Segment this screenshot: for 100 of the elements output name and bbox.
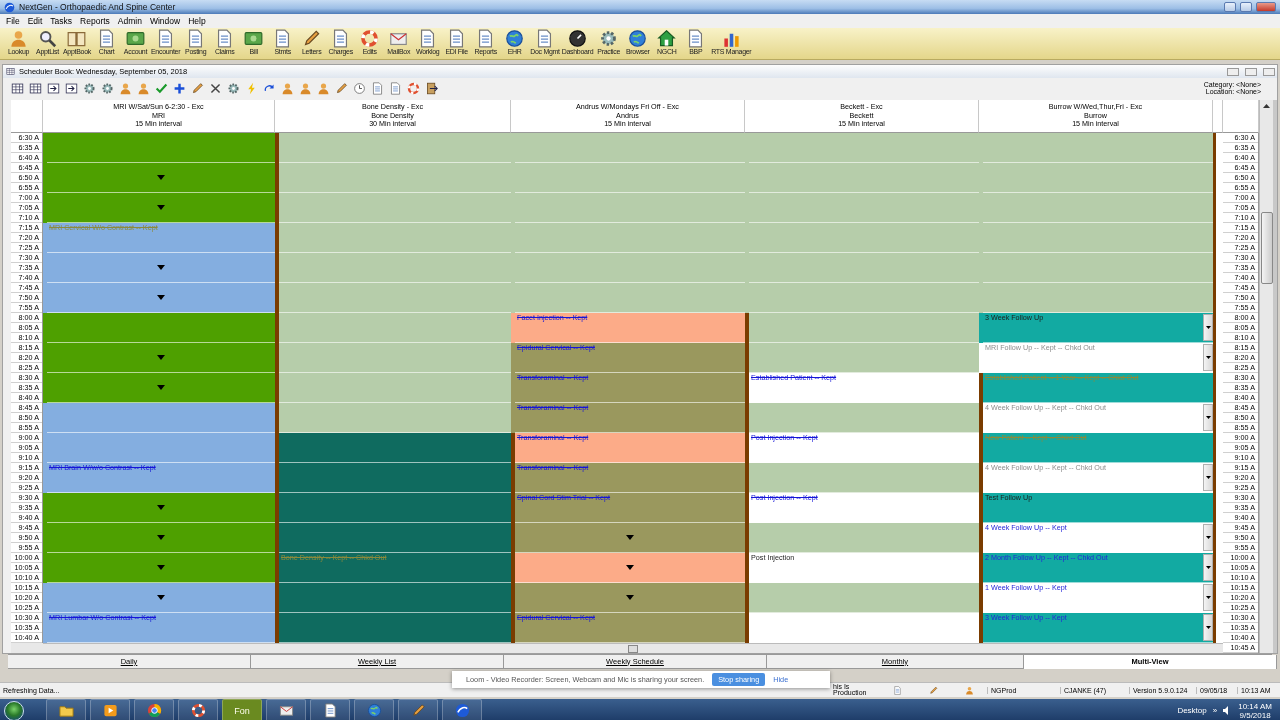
taskbar-button[interactable] [46,699,86,720]
taskbar-button[interactable]: Fon [222,699,262,720]
pen-icon [334,81,348,95]
caret-icon [1205,356,1211,359]
time-slot[interactable] [749,523,979,553]
toolbar-button[interactable] [9,80,25,96]
menu-item[interactable]: Tasks [46,16,77,26]
close-button[interactable] [1256,2,1276,12]
time-slot[interactable] [279,193,511,223]
taskbar-button[interactable] [134,699,174,720]
time-slot[interactable] [47,313,275,343]
time-slot[interactable] [279,163,511,193]
dropdown-button[interactable] [1203,404,1213,431]
dropdown-button[interactable] [1203,314,1213,341]
expand-arrow-icon[interactable] [157,565,165,570]
menu-item[interactable]: Help [184,16,210,26]
dropdown-button[interactable] [1203,584,1213,611]
time-slot[interactable] [983,193,1213,223]
toolbar-button[interactable] [45,80,61,96]
time-slot[interactable] [279,253,511,283]
caret-icon [1205,416,1211,419]
time-slot[interactable] [749,343,979,373]
time-slot[interactable] [279,283,511,313]
time-slot[interactable] [279,403,511,433]
arrow-box-icon [46,81,60,95]
caret-icon [1205,536,1211,539]
person-icon [316,81,330,95]
expand-arrow-icon[interactable] [157,175,165,180]
expand-arrow-icon[interactable] [626,535,634,540]
menu-item[interactable]: Edit [23,16,47,26]
house-icon [657,29,677,48]
time-slot[interactable] [279,493,511,523]
restore-button[interactable] [1245,67,1257,76]
time-slot[interactable] [279,613,511,643]
toolbar-button[interactable] [63,80,79,96]
time-slot[interactable] [279,223,511,253]
time-slot[interactable] [983,133,1213,163]
time-slot[interactable] [279,373,511,403]
time-slot[interactable] [279,133,511,163]
x-icon [208,81,222,95]
expand-arrow-icon[interactable] [157,535,165,540]
scrollbar-thumb[interactable] [628,644,638,653]
menu-item[interactable]: Admin [113,16,146,26]
taskbar-button[interactable] [90,699,130,720]
expand-arrow-icon[interactable] [157,595,165,600]
maximize-button[interactable] [1240,2,1252,12]
time-slot[interactable] [47,403,275,433]
scroll-up-icon[interactable] [1263,104,1270,108]
time-slot[interactable] [749,403,979,433]
time-slot[interactable] [279,523,511,553]
scrollbar-thumb[interactable] [1260,212,1273,284]
minimize-button[interactable] [1224,2,1236,12]
time-slot[interactable] [279,313,511,343]
time-slot[interactable] [749,313,979,343]
menu-item[interactable]: Window [145,16,185,26]
time-slot[interactable] [279,433,511,463]
dropdown-button[interactable] [1203,344,1213,371]
dropdown-button[interactable] [1203,524,1213,551]
pen-icon [410,703,426,718]
expand-arrow-icon[interactable] [626,595,634,600]
expand-arrow-icon[interactable] [626,565,634,570]
taskbar-button[interactable] [310,699,350,720]
desktop-label[interactable]: Desktop [1177,706,1207,715]
taskbar-button[interactable] [266,699,306,720]
menu-item[interactable]: File [2,16,24,26]
dropdown-button[interactable] [1203,464,1213,491]
dropdown-button[interactable] [1203,614,1213,641]
exit-icon [424,81,438,95]
time-slot[interactable] [749,583,979,613]
time-slot[interactable] [47,133,275,163]
dropdown-button[interactable] [1203,554,1213,581]
expand-arrow-icon[interactable] [157,295,165,300]
time-slot[interactable] [749,463,979,493]
expand-arrow-icon[interactable] [157,505,165,510]
time-slot[interactable] [47,433,275,463]
overflow-chevron[interactable]: » [1212,706,1218,715]
horizontal-scrollbar[interactable] [43,643,1223,653]
person-icon [280,81,294,95]
time-slot[interactable] [983,223,1213,253]
toolbar-button[interactable] [27,80,43,96]
expand-arrow-icon[interactable] [157,205,165,210]
time-slot[interactable] [983,253,1213,283]
taskbar-button[interactable] [442,699,482,720]
banknote-icon [244,29,264,48]
expand-arrow-icon[interactable] [157,385,165,390]
document-icon [892,685,902,695]
time-slot[interactable] [983,163,1213,193]
person-icon [9,29,28,48]
expand-arrow-icon[interactable] [157,355,165,360]
close-button[interactable] [1263,67,1275,76]
expand-arrow-icon[interactable] [157,265,165,270]
start-button[interactable] [4,700,24,720]
pen-icon [928,685,938,695]
document-icon [322,703,338,718]
taskbar-button[interactable] [178,699,218,720]
time-slot[interactable] [279,583,511,613]
time-slot[interactable] [279,343,511,373]
menu-item[interactable]: Reports [76,16,114,26]
time-slot[interactable] [279,463,511,493]
minimize-button[interactable] [1227,67,1239,76]
